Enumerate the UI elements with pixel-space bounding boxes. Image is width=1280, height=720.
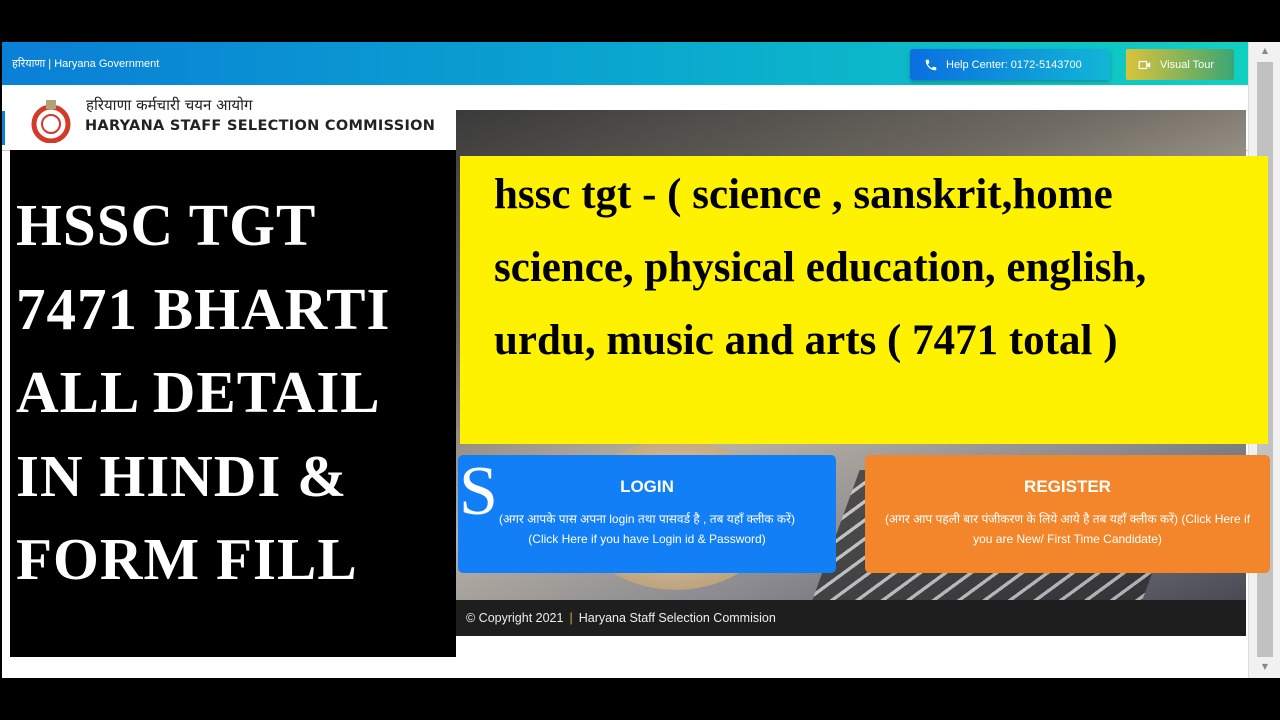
title-line: 7471 BHARTI	[16, 275, 391, 342]
government-label: हरियाणा | Haryana Government	[12, 58, 160, 70]
copyright-text: © Copyright 2021	[466, 611, 564, 625]
title-line: ALL DETAIL	[16, 359, 381, 425]
screenshot-stage: हरियाणा | Haryana Government Help Center…	[0, 0, 1280, 720]
footer-separator: |	[569, 611, 573, 625]
thumbnail-title-text: HSSC TGT 7471 BHARTI ALL DETAIL IN HINDI…	[16, 184, 390, 602]
overlay-stray-letter: S	[459, 453, 498, 530]
register-card-title: REGISTER	[1024, 477, 1111, 496]
footer-org-name: Haryana Staff Selection Commision	[578, 611, 776, 625]
login-card-title: LOGIN	[620, 477, 674, 496]
login-card-english: (Click Here if you have Login id & Passw…	[528, 532, 766, 546]
phone-icon	[925, 59, 937, 70]
register-card-subtitle: (अगर आप पहली बार पंजीकरण के लिये आये है …	[884, 512, 1251, 546]
login-card-button[interactable]: LOGIN (अगर आपके पास अपना login तथा पासवर…	[458, 455, 836, 573]
subjects-line: science, physical education, english,	[494, 244, 1147, 291]
subjects-overlay: hssc tgt - ( science , sanskrit,home sci…	[460, 156, 1268, 444]
visual-tour-button[interactable]: Visual Tour	[1126, 49, 1234, 80]
help-center-button[interactable]: Help Center: 0172-5143700	[910, 49, 1110, 80]
subjects-line: hssc tgt - ( science , sanskrit,home	[494, 171, 1113, 218]
top-bar: हरियाणा | Haryana Government Help Center…	[2, 42, 1248, 85]
title-line: FORM FILL	[16, 526, 358, 592]
haryana-emblem-logo[interactable]	[29, 97, 73, 143]
scroll-up-arrow-icon[interactable]: ▲	[1259, 46, 1271, 58]
login-card-subtitle: (अगर आपके पास अपना login तथा पासवर्ड है …	[458, 509, 836, 549]
help-center-label: Help Center: 0172-5143700	[946, 58, 1082, 71]
brand-name-english: HARYANA STAFF SELECTION COMMISSION	[85, 118, 436, 134]
subjects-line: urdu, music and arts ( 7471 total )	[494, 317, 1118, 364]
video-camera-icon	[1138, 60, 1151, 69]
header-accent	[2, 111, 5, 145]
scroll-down-arrow-icon[interactable]: ▼	[1259, 662, 1271, 674]
visual-tour-label: Visual Tour	[1160, 58, 1215, 71]
thumbnail-title-overlay: HSSC TGT 7471 BHARTI ALL DETAIL IN HINDI…	[10, 150, 456, 657]
title-line: HSSC TGT	[16, 192, 317, 258]
title-line: IN HINDI &	[16, 442, 348, 509]
site-footer: © Copyright 2021 | Haryana Staff Selecti…	[456, 600, 1246, 636]
subjects-text: hssc tgt - ( science , sanskrit,home sci…	[494, 158, 1280, 377]
register-card-button[interactable]: REGISTER (अगर आप पहली बार पंजीकरण के लिय…	[865, 455, 1270, 573]
login-card-hindi: (अगर आपके पास अपना login तथा पासवर्ड है …	[499, 512, 795, 526]
brand-name-hindi: हरियाणा कर्मचारी चयन आयोग	[86, 96, 253, 114]
